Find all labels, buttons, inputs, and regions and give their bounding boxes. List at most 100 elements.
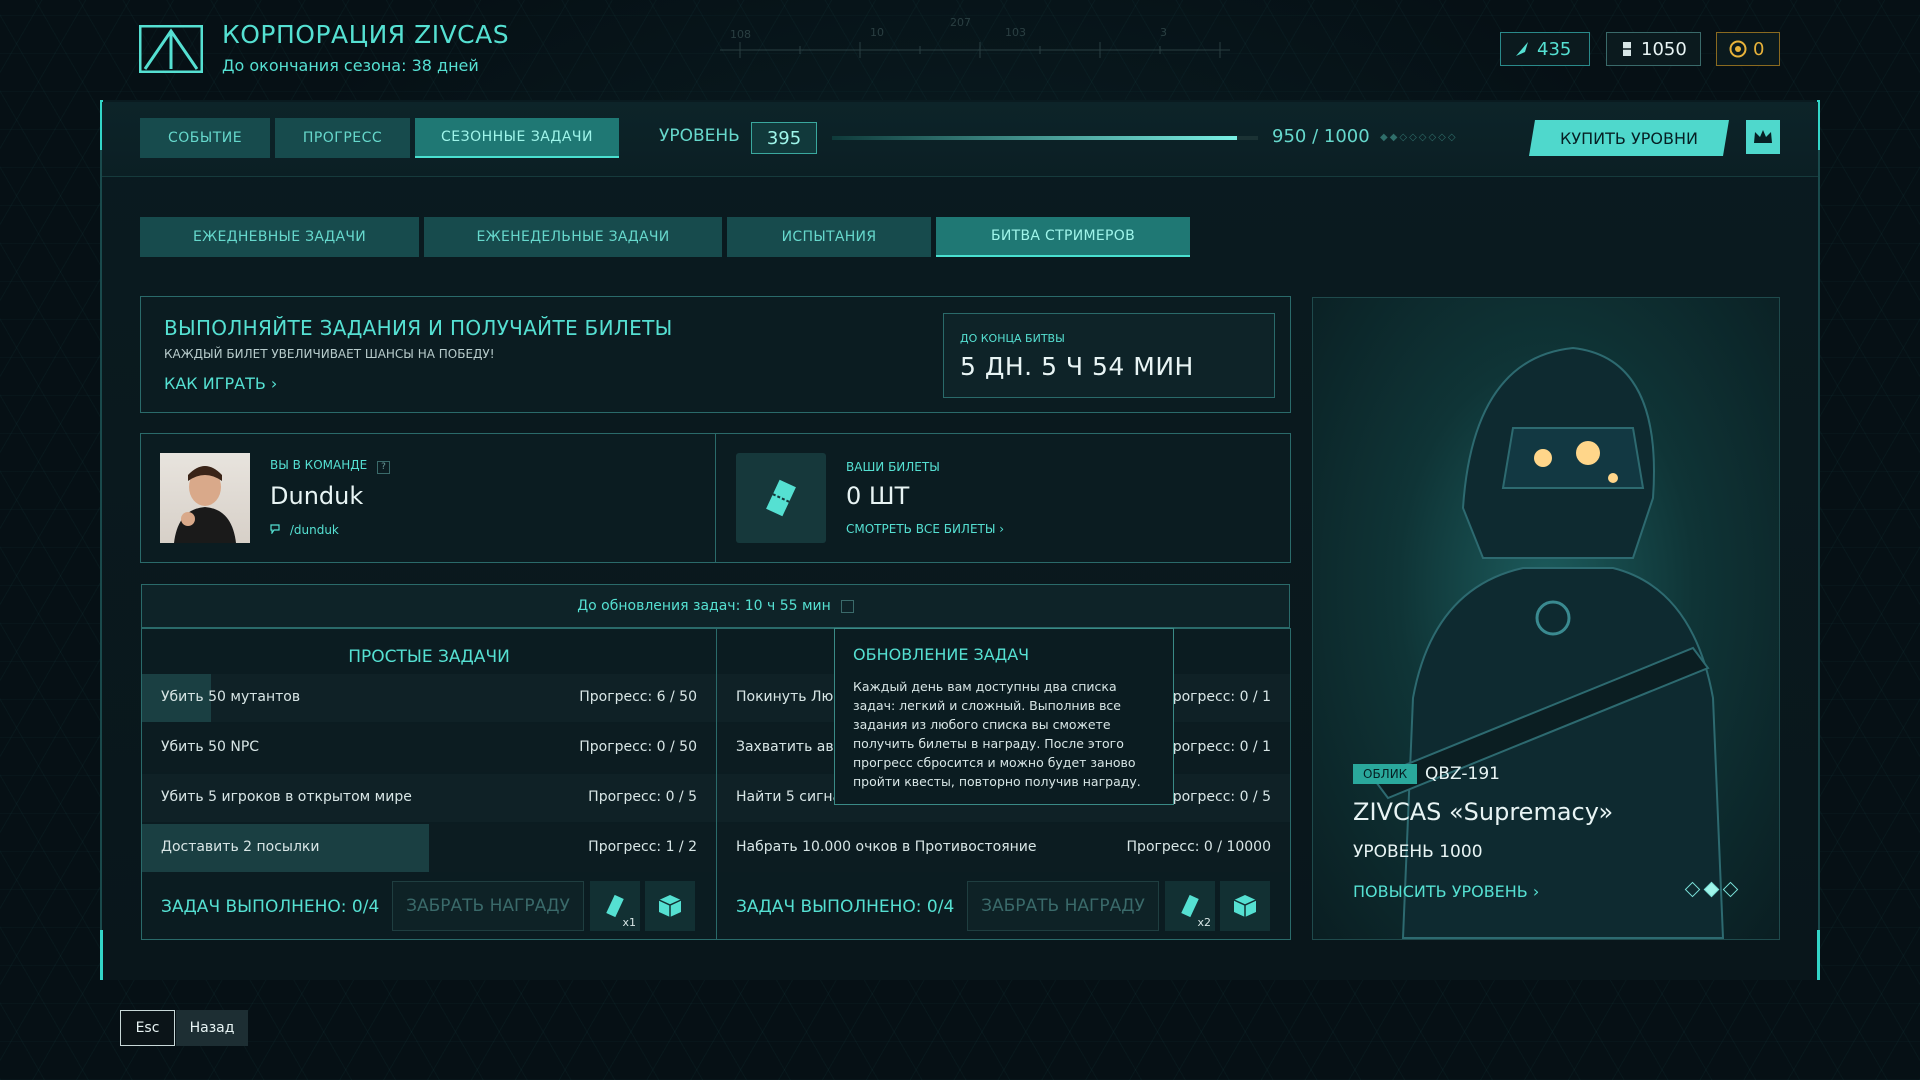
- battle-timer: ДО КОНЦА БИТВЫ 5 ДН. 5 Ч 54 МИН: [943, 313, 1275, 398]
- task-progress: Прогресс: 0 / 1: [1162, 739, 1271, 755]
- back-button[interactable]: Назад: [176, 1010, 248, 1046]
- task-name: Найти 5 сигна: [736, 789, 842, 805]
- reward-tickets: x1: [590, 881, 640, 931]
- currency-tickets[interactable]: 1050: [1606, 32, 1701, 66]
- level-value: 395: [751, 122, 817, 154]
- reward-tickets: x2: [1165, 881, 1215, 931]
- reward-count: x2: [1197, 916, 1211, 929]
- carousel-dot[interactable]: [1722, 881, 1739, 898]
- table-row: Доставить 2 посылки Прогресс: 1 / 2: [142, 824, 716, 872]
- task-progress: Прогресс: 0 / 1: [1162, 689, 1271, 705]
- ticket-badge: [736, 453, 826, 543]
- info-icon[interactable]: [840, 599, 854, 613]
- feather-icon: [1516, 42, 1528, 56]
- task-name: Набрать 10.000 очков в Противостояние: [736, 839, 1037, 855]
- task-name: Убить 5 игроков в открытом мире: [161, 789, 412, 805]
- compass-mark: 108: [730, 28, 751, 41]
- frame-corner: [1817, 930, 1820, 980]
- avatar: [160, 453, 250, 543]
- cube-box-icon: [1233, 895, 1257, 917]
- table-row: Убить 50 мутантов Прогресс: 6 / 50: [142, 674, 716, 722]
- task-progress: Прогресс: 6 / 50: [579, 689, 697, 705]
- compass-bar: 108 10 207 103 3: [720, 16, 1230, 58]
- task-name: Убить 50 NPC: [161, 739, 260, 755]
- carousel-dots: [1684, 881, 1739, 898]
- team-label-text: ВЫ В КОМАНДЕ: [270, 458, 368, 472]
- task-progress: Прогресс: 1 / 2: [588, 839, 697, 855]
- compass-mark: 10: [870, 26, 884, 39]
- banner-title: ВЫПОЛНЯЙТЕ ЗАДАНИЯ И ПОЛУЧАЙТЕ БИЛЕТЫ: [164, 316, 673, 340]
- team-name: Dunduk: [270, 482, 364, 510]
- reward-box: [1220, 881, 1270, 931]
- task-progress: Прогресс: 0 / 5: [588, 789, 697, 805]
- subtab-weekly[interactable]: ЕЖЕНЕДЕЛЬНЫЕ ЗАДАЧИ: [424, 217, 722, 257]
- tasks-refresh-tooltip: ОБНОВЛЕНИЕ ЗАДАЧ Каждый день вам доступн…: [834, 628, 1174, 805]
- upgrade-level-link[interactable]: ПОВЫСИТЬ УРОВЕНЬ ›: [1353, 882, 1539, 901]
- task-progress: Прогресс: 0 / 5: [1162, 789, 1271, 805]
- season-countdown: До окончания сезона: 38 дней: [222, 56, 479, 75]
- timer-value: 5 ДН. 5 Ч 54 МИН: [960, 352, 1194, 381]
- how-to-play-link[interactable]: КАК ИГРАТЬ ›: [164, 374, 277, 393]
- tab-event[interactable]: СОБЫТИЕ: [140, 118, 270, 158]
- compass-mark: 103: [1005, 26, 1026, 39]
- simple-tasks-column: ПРОСТЫЕ ЗАДАЧИ Убить 50 мутантов Прогрес…: [141, 628, 717, 940]
- carousel-dot[interactable]: [1684, 881, 1701, 898]
- task-name: Доставить 2 посылки: [161, 839, 320, 855]
- tooltip-title: ОБНОВЛЕНИЕ ЗАДАЧ: [853, 645, 1030, 664]
- currency-coins[interactable]: 0: [1716, 32, 1780, 66]
- skin-weapon-code: QBZ-191: [1425, 764, 1500, 784]
- tickets-value: 0 ШТ: [846, 482, 910, 510]
- skin-name: ZIVCAS «Supremacy»: [1353, 798, 1614, 826]
- frame-corner: [100, 930, 103, 980]
- simple-tasks-done: ЗАДАЧ ВЫПОЛНЕНО: 0/4: [161, 897, 380, 917]
- view-all-tickets-link[interactable]: СМОТРЕТЬ ВСЕ БИЛЕТЫ ›: [846, 522, 1004, 536]
- task-progress: Прогресс: 0 / 10000: [1126, 839, 1271, 855]
- level-progress-bar: [832, 136, 1258, 140]
- compass-mark: 3: [1160, 26, 1167, 39]
- claim-reward-button[interactable]: ЗАБРАТЬ НАГРАДУ: [392, 881, 584, 931]
- currency-value: 1050: [1641, 38, 1687, 60]
- tooltip-body: Каждый день вам доступны два списка зада…: [853, 679, 1141, 789]
- crown-icon: [1754, 130, 1772, 143]
- skin-level: УРОВЕНЬ 1000: [1353, 842, 1483, 862]
- ticket-icon: [766, 479, 796, 517]
- buy-levels-button[interactable]: КУПИТЬ УРОВНИ: [1529, 120, 1729, 156]
- banner-subtitle: КАЖДЫЙ БИЛЕТ УВЕЛИЧИВАЕТ ШАНСЫ НА ПОБЕДУ…: [164, 347, 495, 361]
- compass-mark: 207: [950, 16, 971, 29]
- level-dots-icon: ◆◆◇◇◇◇◇◇: [1380, 132, 1458, 143]
- table-row: Убить 5 игроков в открытом мире Прогресс…: [142, 774, 716, 822]
- chat-icon: [270, 524, 280, 535]
- level-label: УРОВЕНЬ: [659, 126, 740, 146]
- level-progress-fill: [832, 136, 1237, 140]
- skin-reward-card[interactable]: ОБЛИК QBZ-191 ZIVCAS «Supremacy» УРОВЕНЬ…: [1312, 297, 1780, 940]
- help-icon[interactable]: ?: [377, 461, 391, 474]
- cube-box-icon: [658, 895, 682, 917]
- subtab-daily[interactable]: ЕЖЕДНЕВНЫЕ ЗАДАЧИ: [140, 217, 419, 257]
- streamer-photo: [174, 466, 236, 543]
- table-row: Набрать 10.000 очков в Противостояние Пр…: [717, 824, 1290, 872]
- carousel-dot[interactable]: [1703, 881, 1720, 898]
- subtab-challenges[interactable]: ИСПЫТАНИЯ: [727, 217, 931, 257]
- tasks-refresh-timer: До обновления задач: 10 ч 55 мин: [141, 584, 1290, 628]
- task-progress: Прогресс: 0 / 50: [579, 739, 697, 755]
- esc-key-hint[interactable]: Esc: [120, 1010, 175, 1046]
- tab-progress[interactable]: ПРОГРЕСС: [275, 118, 410, 158]
- coin-icon: [1729, 40, 1747, 58]
- level-progress-text: 950 / 1000: [1272, 126, 1370, 147]
- simple-tasks-title: ПРОСТЫЕ ЗАДАЧИ: [348, 647, 510, 667]
- tab-seasonal-tasks[interactable]: СЕЗОННЫЕ ЗАДАЧИ: [415, 118, 619, 158]
- currency-value: 435: [1537, 38, 1572, 60]
- reward-count: x1: [622, 916, 636, 929]
- team-label: ВЫ В КОМАНДЕ ?: [270, 458, 391, 474]
- premium-button[interactable]: [1746, 120, 1780, 154]
- tickets-label: ВАШИ БИЛЕТЫ: [846, 460, 940, 474]
- skin-badge: ОБЛИК: [1353, 764, 1418, 784]
- currency-value: 0: [1753, 38, 1765, 60]
- page-title: КОРПОРАЦИЯ ZIVCAS: [222, 20, 510, 49]
- currency-feathers[interactable]: 435: [1500, 32, 1590, 66]
- subtab-streamer-battle[interactable]: БИТВА СТРИМЕРОВ: [936, 217, 1190, 257]
- team-handle[interactable]: /dunduk: [270, 523, 339, 537]
- claim-reward-button[interactable]: ЗАБРАТЬ НАГРАДУ: [967, 881, 1159, 931]
- corp-logo-icon: [139, 25, 203, 73]
- task-name: Захватить ава: [736, 739, 843, 755]
